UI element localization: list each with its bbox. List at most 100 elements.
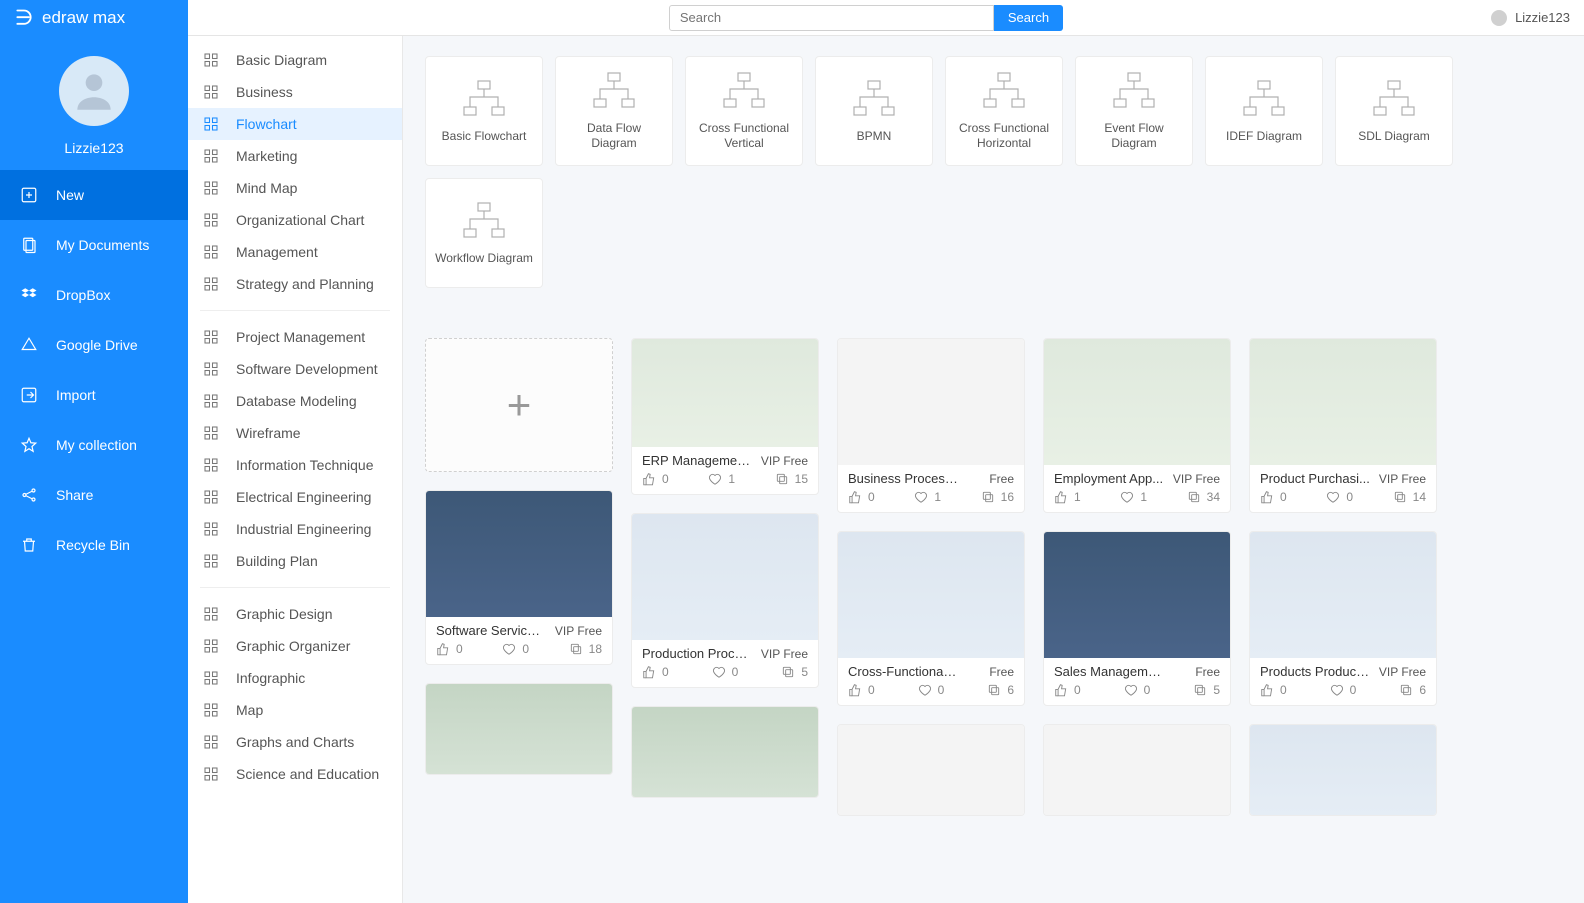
thumbs-up-icon[interactable] (642, 472, 656, 486)
template-card[interactable] (1249, 724, 1437, 816)
nav-share[interactable]: Share (0, 470, 188, 520)
search-input[interactable] (669, 5, 994, 31)
category-science-and-education[interactable]: Science and Education (188, 758, 402, 790)
category-electrical-engineering[interactable]: Electrical Engineering (188, 481, 402, 513)
category-graphic-organizer[interactable]: Graphic Organizer (188, 630, 402, 662)
new-blank-template[interactable]: + (425, 338, 613, 472)
thumbs-up-icon[interactable] (1054, 683, 1068, 697)
nav-dropbox[interactable]: DropBox (0, 270, 188, 320)
nav-import[interactable]: Import (0, 370, 188, 420)
subcategory-workflow-diagram[interactable]: Workflow Diagram (425, 178, 543, 288)
thumbs-up-icon[interactable] (1054, 490, 1068, 504)
thumbs-up-icon[interactable] (1260, 490, 1274, 504)
diagram-type-icon (850, 79, 898, 119)
template-thumbnail (838, 339, 1024, 465)
fav-count: 0 (1350, 683, 1357, 697)
template-card[interactable]: Cross-Functional Flo... Free 0 0 6 (837, 531, 1025, 706)
copy-icon[interactable] (569, 642, 583, 656)
nav-recycle-bin[interactable]: Recycle Bin (0, 520, 188, 570)
nav-my-documents[interactable]: My Documents (0, 220, 188, 270)
template-card[interactable] (631, 706, 819, 798)
category-marketing[interactable]: Marketing (188, 140, 402, 172)
category-project-management[interactable]: Project Management (188, 321, 402, 353)
copy-icon[interactable] (1393, 490, 1407, 504)
category-graphic-design[interactable]: Graphic Design (188, 598, 402, 630)
subcategory-bpmn[interactable]: BPMN (815, 56, 933, 166)
template-card[interactable]: Production Proce... VIP Free 0 0 5 (631, 513, 819, 688)
template-grid: + Software Service ... VIP Free 0 0 18 E… (425, 338, 1562, 816)
heart-icon[interactable] (1120, 490, 1134, 504)
category-database-modeling[interactable]: Database Modeling (188, 385, 402, 417)
category-mind-map[interactable]: Mind Map (188, 172, 402, 204)
template-card[interactable]: Products Product... VIP Free 0 0 6 (1249, 531, 1437, 706)
category-flowchart[interactable]: Flowchart (188, 108, 402, 140)
user-menu[interactable]: Lizzie123 (1491, 10, 1570, 26)
thumbs-up-icon[interactable] (642, 665, 656, 679)
category-building-plan[interactable]: Building Plan (188, 545, 402, 577)
copy-icon[interactable] (1187, 490, 1201, 504)
template-badge: Free (1195, 665, 1220, 679)
template-card[interactable]: Employment App... VIP Free 1 1 34 (1043, 338, 1231, 513)
heart-icon[interactable] (918, 683, 932, 697)
template-card[interactable]: Software Service ... VIP Free 0 0 18 (425, 490, 613, 665)
template-card[interactable] (837, 724, 1025, 816)
copy-icon[interactable] (781, 665, 795, 679)
category-organizational-chart[interactable]: Organizational Chart (188, 204, 402, 236)
subcategory-cross-functional-vertical[interactable]: Cross Functional Vertical (685, 56, 803, 166)
subcategory-data-flow-diagram[interactable]: Data Flow Diagram (555, 56, 673, 166)
nav-label: Share (56, 487, 93, 503)
copy-icon[interactable] (775, 472, 789, 486)
brand-logo[interactable]: edraw max (0, 0, 188, 36)
category-basic-diagram[interactable]: Basic Diagram (188, 44, 402, 76)
subcategory-idef-diagram[interactable]: IDEF Diagram (1205, 56, 1323, 166)
heart-icon[interactable] (1326, 490, 1340, 504)
nav-google-drive[interactable]: Google Drive (0, 320, 188, 370)
heart-icon[interactable] (1124, 683, 1138, 697)
category-information-technique[interactable]: Information Technique (188, 449, 402, 481)
heart-icon[interactable] (712, 665, 726, 679)
fav-count: 0 (938, 683, 945, 697)
category-industrial-engineering[interactable]: Industrial Engineering (188, 513, 402, 545)
copy-icon[interactable] (1193, 683, 1207, 697)
nav-my-collection[interactable]: My collection (0, 420, 188, 470)
subcategory-cross-functional-horizontal[interactable]: Cross Functional Horizontal (945, 56, 1063, 166)
subcategory-event-flow-diagram[interactable]: Event Flow Diagram (1075, 56, 1193, 166)
template-card[interactable]: Sales Management C... Free 0 0 5 (1043, 531, 1231, 706)
heart-icon[interactable] (708, 472, 722, 486)
category-label: Basic Diagram (236, 52, 327, 68)
search-button[interactable]: Search (994, 5, 1063, 31)
thumbs-up-icon[interactable] (436, 642, 450, 656)
thumbs-up-icon[interactable] (1260, 683, 1274, 697)
copy-icon[interactable] (981, 490, 995, 504)
category-graphs-and-charts[interactable]: Graphs and Charts (188, 726, 402, 758)
category-strategy-and-planning[interactable]: Strategy and Planning (188, 268, 402, 300)
heart-icon[interactable] (914, 490, 928, 504)
copy-icon[interactable] (987, 683, 1001, 697)
thumbs-up-icon[interactable] (848, 490, 862, 504)
template-card[interactable]: ERP Managemen... VIP Free 0 1 15 (631, 338, 819, 495)
category-business[interactable]: Business (188, 76, 402, 108)
template-card[interactable]: Business Process Mo... Free 0 1 16 (837, 338, 1025, 513)
copy-count: 5 (1213, 683, 1220, 697)
template-card[interactable] (425, 683, 613, 775)
category-infographic[interactable]: Infographic (188, 662, 402, 694)
nav-new[interactable]: New (0, 170, 188, 220)
category-icon (202, 765, 220, 783)
template-thumbnail (632, 707, 818, 797)
profile-avatar[interactable] (59, 56, 129, 126)
category-software-development[interactable]: Software Development (188, 353, 402, 385)
fav-count: 1 (728, 472, 735, 486)
thumbs-up-icon[interactable] (848, 683, 862, 697)
template-card[interactable] (1043, 724, 1231, 816)
fav-count: 1 (1140, 490, 1147, 504)
heart-icon[interactable] (502, 642, 516, 656)
template-card[interactable]: Product Purchasi... VIP Free 0 0 14 (1249, 338, 1437, 513)
subcategory-sdl-diagram[interactable]: SDL Diagram (1335, 56, 1453, 166)
heart-icon[interactable] (1330, 683, 1344, 697)
copy-icon[interactable] (1399, 683, 1413, 697)
subcategory-basic-flowchart[interactable]: Basic Flowchart (425, 56, 543, 166)
category-label: Map (236, 702, 263, 718)
category-map[interactable]: Map (188, 694, 402, 726)
category-wireframe[interactable]: Wireframe (188, 417, 402, 449)
category-management[interactable]: Management (188, 236, 402, 268)
